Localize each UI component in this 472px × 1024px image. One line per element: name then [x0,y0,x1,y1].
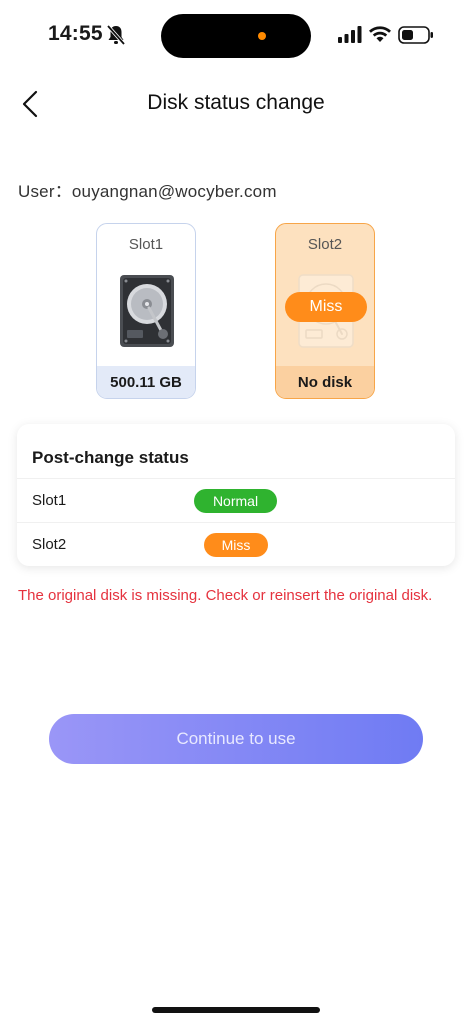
battery-icon [398,26,433,44]
bell-muted-icon [106,24,126,46]
dynamic-island [161,14,311,58]
wifi-icon [369,26,391,42]
slot-card-1: Slot1 500.11 GB [96,223,196,399]
continue-button[interactable]: Continue to use [49,714,423,764]
slot-label: Slot1 [128,236,164,253]
status-row: Slot1 Normal [17,478,455,522]
page-title: Disk status change [147,91,325,114]
slot-miss-badge: Miss [285,292,367,322]
home-indicator[interactable] [152,1007,320,1013]
card-title: Post-change status [32,448,189,467]
privacy-indicator-dot [258,32,266,40]
status-time: 14:55 [48,22,103,45]
slot-capacity: 500.11 GB [97,366,195,398]
user-email-line: User：ouyangnan@wocyber.com [18,182,277,201]
status-row-label: Slot1 [32,492,67,509]
cellular-signal-icon [338,26,362,43]
status-row: Slot2 Miss [17,522,455,566]
slot-no-disk-label: No disk [276,366,374,398]
slot-label: Slot2 [307,236,343,253]
status-badge-normal: Normal [194,489,277,513]
post-change-status-card: Post-change status Slot1 Normal Slot2 Mi… [17,424,455,566]
status-bar: 14:55 [0,0,472,70]
status-badge-miss: Miss [204,533,268,557]
status-row-label: Slot2 [32,536,67,553]
slot-card-2: Slot2 Miss No disk [275,223,375,399]
hard-disk-icon [120,275,174,347]
error-message: The original disk is missing. Check or r… [18,587,433,604]
